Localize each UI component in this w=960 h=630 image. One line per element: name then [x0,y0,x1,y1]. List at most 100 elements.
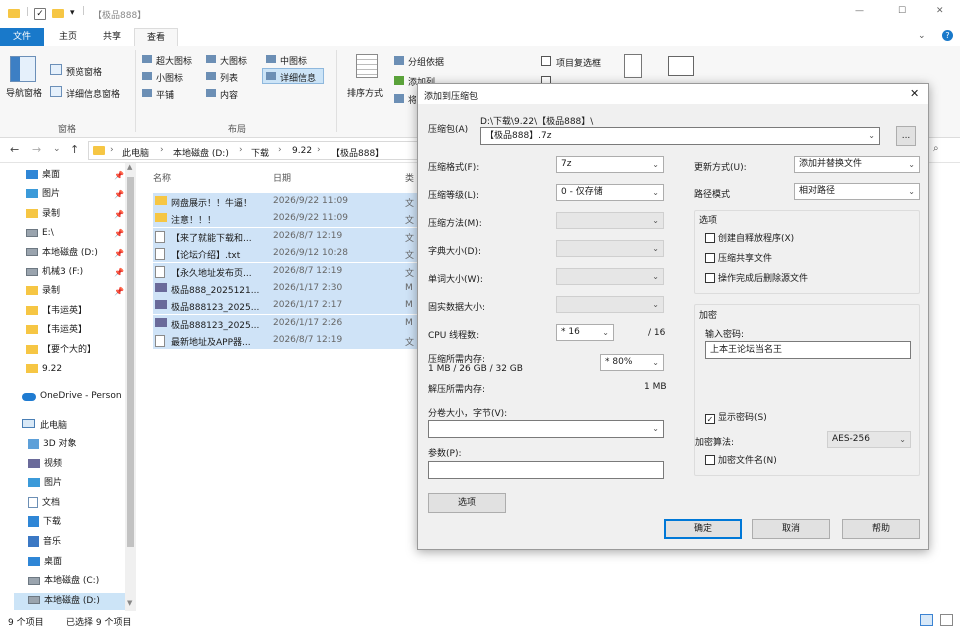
nav-item[interactable]: 桌面 📌 [26,167,126,184]
help-icon[interactable]: ? [942,30,953,41]
encrypt-names-checkbox[interactable]: 加密文件名(N) [705,455,777,467]
path-mode-select[interactable]: 相对路径 ⌄ [794,183,920,200]
size-columns-button[interactable]: 将所有列调整为合适的大小 [408,93,416,106]
help-button[interactable]: 帮助 [842,519,920,539]
update-mode-select[interactable]: 添加并替换文件 ⌄ [794,156,920,173]
nav-item[interactable]: 【韦运英】 [26,322,126,339]
nav-pane-button[interactable]: 导航窗格 [6,86,42,99]
file-row[interactable]: 【来了就能下载和... 2026/8/7 12:19 文 [153,227,417,245]
layout-tiles[interactable]: 平铺 [156,88,174,101]
tab-view[interactable]: 查看 [134,28,178,46]
layout-large-icons[interactable]: 大图标 [220,54,247,67]
close-button[interactable]: ✕ [936,6,944,16]
layout-content[interactable]: 内容 [220,88,238,101]
nav-item[interactable]: 机械3 (F:) 📌 [26,264,126,281]
nav-pc-item[interactable]: 文档 [28,495,128,512]
details-view-icon[interactable] [920,614,933,626]
checkbox-box[interactable] [705,455,715,465]
new-folder-icon[interactable] [52,9,64,18]
nav-pc-item[interactable]: 图片 [28,475,128,492]
nav-onedrive[interactable]: OneDrive - Person [40,391,124,401]
layout-list[interactable]: 列表 [220,71,238,84]
pin-icon[interactable]: 📌 [114,264,124,281]
create-sfx-checkbox[interactable]: 创建自释放程序(X) [705,233,794,245]
show-password-checkbox[interactable]: ✓ 显示密码(S) [705,413,767,424]
delete-after-checkbox[interactable]: 操作完成后删除源文件 [705,273,808,285]
search-icon[interactable]: ⌕ [933,143,939,154]
nav-this-pc[interactable]: 此电脑 [40,418,67,431]
nav-item[interactable]: E:\ 📌 [26,225,126,242]
check-icon[interactable]: ✓ [705,414,715,424]
sort-by-button[interactable]: 排序方式 [347,86,383,99]
layout-extra-large-icons[interactable]: 超大图标 [156,54,192,67]
nav-pane-icon[interactable] [10,56,36,82]
maximize-button[interactable]: ☐ [898,6,906,16]
quick-access-dropdown-icon[interactable]: ▾ [70,8,75,18]
checkbox-box[interactable] [705,253,715,263]
breadcrumb-922[interactable]: 9.22 [292,146,312,156]
scroll-thumb[interactable] [127,177,134,547]
tab-file[interactable]: 文件 [0,28,44,46]
forward-arrow-icon[interactable]: → [32,143,41,156]
layout-medium-icons[interactable]: 中图标 [280,54,307,67]
nav-item[interactable]: 【要个大的】 [26,342,126,359]
scroll-down-icon[interactable]: ▼ [127,599,132,607]
nav-pc-item[interactable]: 下载 [28,514,128,531]
nav-item[interactable]: 录制 📌 [26,283,126,300]
hide-selected-icon[interactable] [624,54,642,78]
checkbox-box[interactable] [705,233,715,243]
nav-pc-item[interactable]: 桌面 [28,554,128,571]
group-by-button[interactable]: 分组依据 [408,55,444,68]
file-row[interactable]: 网盘展示！！牛逼！ 2026/9/22 11:09 文 [153,193,417,210]
ribbon-collapse-icon[interactable]: ⌄ [918,31,926,41]
file-row[interactable]: 【论坛介绍】.txt 2026/9/12 10:28 文 [153,245,417,263]
split-volume-combobox[interactable]: ⌄ [428,420,664,438]
pin-icon[interactable]: 📌 [114,206,124,223]
nav-pc-item[interactable]: 本地磁盘 (C:) [28,573,128,590]
nav-pc-item[interactable]: 音乐 [28,534,128,551]
nav-scrollbar[interactable]: ▲ ▼ [125,163,136,611]
cpu-threads-select[interactable]: * 16 ⌄ [556,324,614,341]
pin-icon[interactable]: 📌 [114,186,124,203]
properties-icon[interactable]: ✓ [34,8,46,20]
checkbox-box[interactable] [705,273,715,283]
nav-item[interactable]: 录制 📌 [26,206,126,223]
up-arrow-icon[interactable]: ↑ [70,143,79,156]
tab-home[interactable]: 主页 [46,28,90,46]
pin-icon[interactable]: 📌 [114,225,124,242]
chevron-down-icon[interactable]: ⌄ [652,421,659,437]
chevron-down-icon[interactable]: ⌄ [868,128,875,144]
pin-icon[interactable]: 📌 [114,167,124,184]
nav-item[interactable]: 9.22 [26,361,126,378]
file-row[interactable]: 最新地址及APP器... 2026/8/7 12:19 文 [153,332,417,350]
details-pane-button[interactable]: 详细信息窗格 [66,87,120,100]
pin-icon[interactable]: 📌 [114,283,124,300]
minimize-button[interactable]: — [855,6,864,16]
parameters-input[interactable] [428,461,664,479]
browse-button[interactable]: ... [896,126,916,146]
dialog-close-button[interactable]: ✕ [910,87,919,100]
encryption-method-select[interactable]: AES-256 ⌄ [827,431,911,448]
archive-name-combobox[interactable]: 【极品888】.7z ⌄ [480,127,880,145]
back-arrow-icon[interactable]: ← [10,143,19,156]
recent-locations-icon[interactable]: ⌄ [53,144,61,154]
file-row[interactable]: 极品888123_2025... 2026/1/17 2:26 M [153,314,417,332]
file-row[interactable]: 极品888123_2025... 2026/1/17 2:17 M [153,297,417,315]
nav-pc-item[interactable]: 3D 对象 [28,436,128,453]
breadcrumb-current[interactable]: 【极品888】 [331,146,384,159]
breadcrumb-drive-d[interactable]: 本地磁盘 (D:) [173,146,229,159]
file-row[interactable]: 【永久地址发布页... 2026/8/7 12:19 文 [153,262,417,280]
preview-pane-button[interactable]: 预览窗格 [66,65,102,78]
password-input[interactable]: 上本王论坛当名王 [705,341,911,359]
options-button[interactable]: 选项 [428,493,506,513]
nav-pc-item[interactable]: 本地磁盘 (D:) [14,592,125,610]
options-icon[interactable] [668,56,694,76]
scroll-up-icon[interactable]: ▲ [127,163,132,171]
file-row[interactable]: 极品888_2025121... 2026/1/17 2:30 M [153,280,417,297]
address-bar[interactable]: › 此电脑 › 本地磁盘 (D:) › 下载 › 9.22 › 【极品888】 [88,141,418,160]
cancel-button[interactable]: 取消 [752,519,830,539]
large-icons-view-icon[interactable] [940,614,953,626]
layout-details[interactable]: 详细信息 [280,71,316,84]
breadcrumb-downloads[interactable]: 下载 [251,146,269,159]
memory-usage-select[interactable]: * 80% ⌄ [600,354,664,371]
